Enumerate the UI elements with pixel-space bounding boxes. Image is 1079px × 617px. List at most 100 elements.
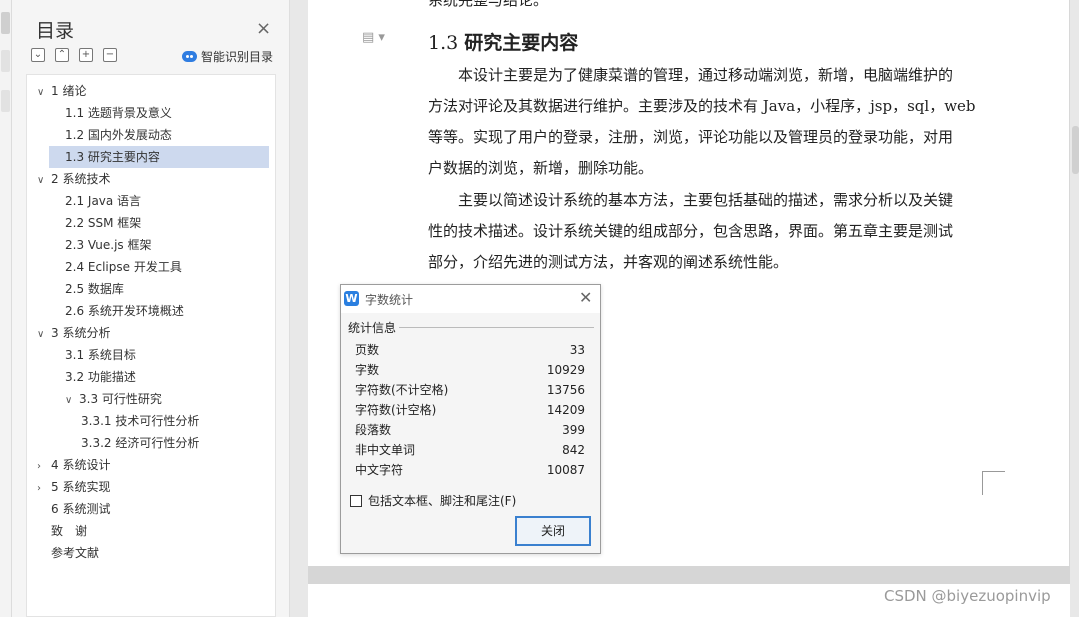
stat-value: 13756 (546, 383, 585, 397)
nav-tab-2[interactable] (1, 50, 10, 72)
toc-item[interactable]: 1.3 研究主要内容 (49, 146, 269, 168)
toc-item-label: 2.3 Vue.js 框架 (65, 238, 152, 252)
clipped-text: 系统完整与结论。 (428, 0, 549, 9)
toc-item-label: 1 绪论 (51, 84, 87, 98)
stat-label: 段落数 (355, 423, 392, 437)
toc-item[interactable]: 1.1 选题背景及意义 (49, 102, 172, 124)
para-line: 户数据的浏览，新增，删除功能。 (428, 159, 654, 177)
toc-item[interactable]: 2.1 Java 语言 (49, 190, 141, 212)
dialog-close-icon[interactable]: ✕ (579, 288, 592, 307)
toc-item[interactable]: 致 谢 (27, 520, 87, 542)
heading-number: 1.3 (428, 32, 465, 54)
stat-label: 字符数(不计空格) (355, 383, 449, 397)
toc-item-label: 3.3 可行性研究 (79, 392, 162, 406)
stat-row: 字符数(不计空格) 13756 (355, 380, 585, 400)
toc-item[interactable]: › 5 系统实现 (27, 476, 110, 498)
toc-list: ∨ 1 绪论 1.1 选题背景及意义 1.2 国内外发展动态 1.3 研究主要内容 ∨ 2 … (26, 74, 276, 617)
paragraph-1: 本设计主要是为了健康菜谱的管理，通过移动端浏览，新增，电脑端维护的 方法对评论及… (428, 60, 984, 184)
expand-arrow-icon[interactable]: ∨ (37, 82, 51, 104)
toc-item[interactable]: 6 系统测试 (27, 498, 110, 520)
toc-close-icon[interactable]: × (256, 18, 271, 39)
smart-detect-toc-button[interactable]: 智能识别目录 (182, 48, 273, 65)
toc-item[interactable]: ∨ 3.3 可行性研究 (49, 388, 162, 410)
toc-item[interactable]: 2.5 数据库 (49, 278, 124, 300)
para-line: 等等。实现了用户的登录，注册，浏览，评论功能以及管理员的登录功能，对用 (428, 128, 954, 146)
toc-item[interactable]: › 4 系统设计 (27, 454, 110, 476)
toc-item[interactable]: 参考文献 (27, 542, 99, 564)
stat-label: 字符数(计空格) (355, 403, 437, 417)
stat-label: 非中文单词 (355, 443, 416, 457)
collapse-all-button[interactable]: ⌄ (31, 48, 45, 62)
dialog-titlebar[interactable]: W 字数统计 ✕ (341, 285, 600, 313)
toc-panel: 目录 × ⌄ ⌃ + − 智能识别目录 ∨ 1 绪论 1.1 选题背景及意义 1.2 … (12, 0, 290, 617)
toc-item[interactable]: ∨ 1 绪论 (27, 80, 86, 102)
heading-text: 研究主要内容 (464, 32, 579, 54)
toc-item-label: 2.6 系统开发环境概述 (65, 304, 184, 318)
toc-item-label: 1.2 国内外发展动态 (65, 128, 172, 142)
add-heading-button[interactable]: + (79, 48, 93, 62)
stat-value: 33 (569, 343, 585, 357)
toc-item-label: 2.4 Eclipse 开发工具 (65, 260, 182, 274)
toc-item-label: 3.1 系统目标 (65, 348, 136, 362)
toc-item-label: 1.3 研究主要内容 (65, 150, 160, 164)
checkbox-box[interactable] (350, 494, 362, 507)
para-line: 部分，介绍先进的测试方法，并客观的阐述系统性能。 (428, 253, 789, 271)
toc-item-label: 参考文献 (51, 546, 100, 560)
toc-item[interactable]: 2.4 Eclipse 开发工具 (49, 256, 182, 278)
toc-item[interactable]: ∨ 3 系统分析 (27, 322, 110, 344)
word-count-dialog: W 字数统计 ✕ 统计信息 页数 33 字数 10929 字符数(不计空格) 13756 字… (340, 284, 601, 554)
toc-item-label: 3.3.1 技术可行性分析 (81, 414, 200, 428)
stat-row: 中文字符 10087 (355, 460, 585, 480)
page-gap (308, 566, 1070, 584)
expand-arrow-icon[interactable]: › (37, 456, 51, 478)
toc-item-label: 4 系统设计 (51, 458, 111, 472)
expand-arrow-icon[interactable]: ∨ (37, 324, 51, 346)
toc-item[interactable]: 1.2 国内外发展动态 (49, 124, 172, 146)
section-divider (399, 327, 594, 328)
toc-item[interactable]: 2.3 Vue.js 框架 (49, 234, 152, 256)
section-heading: 1.3 研究主要内容 (428, 28, 578, 55)
toc-item[interactable]: 3.1 系统目标 (49, 344, 136, 366)
toc-item-label: 2.1 Java 语言 (65, 194, 142, 208)
expand-all-button[interactable]: ⌃ (55, 48, 69, 62)
nav-toc-tab[interactable] (1, 12, 10, 34)
toc-item[interactable]: 3.2 功能描述 (49, 366, 136, 388)
toc-item[interactable]: ∨ 2 系统技术 (27, 168, 110, 190)
vertical-scrollbar[interactable] (1072, 126, 1079, 174)
stat-value: 842 (562, 443, 585, 457)
stat-row: 页数 33 (355, 340, 585, 360)
robot-icon (182, 51, 197, 62)
para-line: 方法对评论及其数据进行维护。主要涉及的技术有 Java，小程序，jsp，sql，… (428, 97, 976, 115)
include-textboxes-checkbox[interactable]: 包括文本框、脚注和尾注(F) (350, 492, 516, 509)
close-button[interactable]: 关闭 (515, 516, 591, 546)
toc-item[interactable]: 3.3.2 经济可行性分析 (65, 432, 199, 454)
paragraph-menu-icon[interactable]: ▤ ▾ (362, 30, 385, 45)
expand-arrow-icon[interactable]: ∨ (65, 390, 79, 412)
toc-item-label: 2 系统技术 (51, 172, 111, 186)
toc-item-label: 5 系统实现 (51, 480, 111, 494)
toc-item[interactable]: 2.6 系统开发环境概述 (49, 300, 184, 322)
stat-value: 10929 (546, 363, 585, 377)
smart-detect-label: 智能识别目录 (201, 50, 274, 64)
stat-value: 399 (562, 423, 585, 437)
toc-toolbar: ⌄ ⌃ + − (31, 48, 117, 62)
toc-item-label: 3.2 功能描述 (65, 370, 136, 384)
stat-row: 字数 10929 (355, 360, 585, 380)
nav-tab-3[interactable] (1, 90, 10, 112)
stat-label: 页数 (355, 343, 380, 357)
dialog-title: 字数统计 (365, 293, 414, 307)
para-line: 本设计主要是为了健康菜谱的管理，通过移动端浏览，新增，电脑端维护的 (428, 66, 954, 84)
expand-arrow-icon[interactable]: ∨ (37, 170, 51, 192)
para-line: 主要以简述设计系统的基本方法，主要包括基础的描述，需求分析以及关键 (428, 191, 954, 209)
remove-heading-button[interactable]: − (103, 48, 117, 62)
toc-item-label: 1.1 选题背景及意义 (65, 106, 172, 120)
toc-item-label: 3.3.2 经济可行性分析 (81, 436, 200, 450)
left-edge-strip (0, 0, 12, 617)
toc-title: 目录 (36, 20, 75, 42)
stat-row: 段落数 399 (355, 420, 585, 440)
stat-value: 14209 (546, 403, 585, 417)
toc-item[interactable]: 2.2 SSM 框架 (49, 212, 141, 234)
toc-item[interactable]: 3.3.1 技术可行性分析 (65, 410, 199, 432)
wps-logo-icon: W (344, 291, 359, 306)
expand-arrow-icon[interactable]: › (37, 478, 51, 500)
